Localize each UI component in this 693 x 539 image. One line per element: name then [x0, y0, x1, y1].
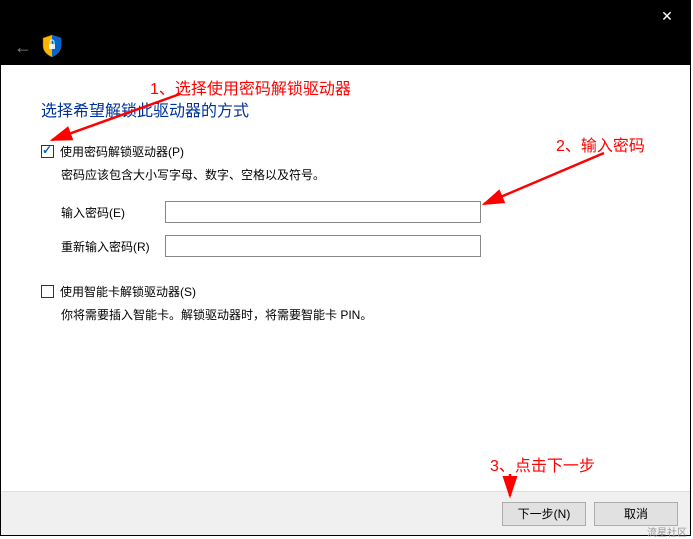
- enter-password-label: 输入密码(E): [61, 204, 165, 221]
- enter-password-input[interactable]: [165, 201, 481, 223]
- option-smartcard-label: 使用智能卡解锁驱动器(S): [60, 283, 196, 300]
- dialog-window: ✕ ← 选择希望解锁此驱动器的方式 使用密码解锁驱动器(P) 密码应该包含大小写…: [0, 0, 691, 536]
- watermark: 流星社区: [647, 524, 687, 539]
- reenter-password-label: 重新输入密码(R): [61, 238, 165, 255]
- smartcard-description: 你将需要插入智能卡。解锁驱动器时，将需要智能卡 PIN。: [61, 306, 650, 323]
- checkbox-use-password[interactable]: [41, 145, 54, 158]
- back-arrow-icon: ←: [14, 37, 32, 58]
- close-button[interactable]: ✕: [644, 1, 690, 31]
- dialog-footer: 下一步(N) 取消: [1, 491, 690, 535]
- reenter-password-row: 重新输入密码(R): [61, 235, 650, 257]
- titlebar: ✕: [1, 1, 690, 31]
- close-icon: ✕: [661, 8, 673, 25]
- password-description: 密码应该包含大小写字母、数字、空格以及符号。: [61, 166, 650, 183]
- enter-password-row: 输入密码(E): [61, 201, 650, 223]
- back-button[interactable]: ←: [9, 35, 37, 59]
- next-button[interactable]: 下一步(N): [502, 502, 586, 526]
- option-smartcard-row: 使用智能卡解锁驱动器(S): [41, 283, 650, 300]
- cancel-button[interactable]: 取消: [594, 502, 678, 526]
- option-password-label: 使用密码解锁驱动器(P): [60, 143, 184, 160]
- page-title: 选择希望解锁此驱动器的方式: [41, 97, 650, 121]
- option-password-row: 使用密码解锁驱动器(P): [41, 143, 650, 160]
- reenter-password-input[interactable]: [165, 235, 481, 257]
- checkbox-use-smartcard[interactable]: [41, 285, 54, 298]
- navbar: ←: [1, 31, 690, 65]
- content-area: 选择希望解锁此驱动器的方式 使用密码解锁驱动器(P) 密码应该包含大小写字母、数…: [1, 65, 690, 491]
- bitlocker-shield-icon: [39, 33, 65, 59]
